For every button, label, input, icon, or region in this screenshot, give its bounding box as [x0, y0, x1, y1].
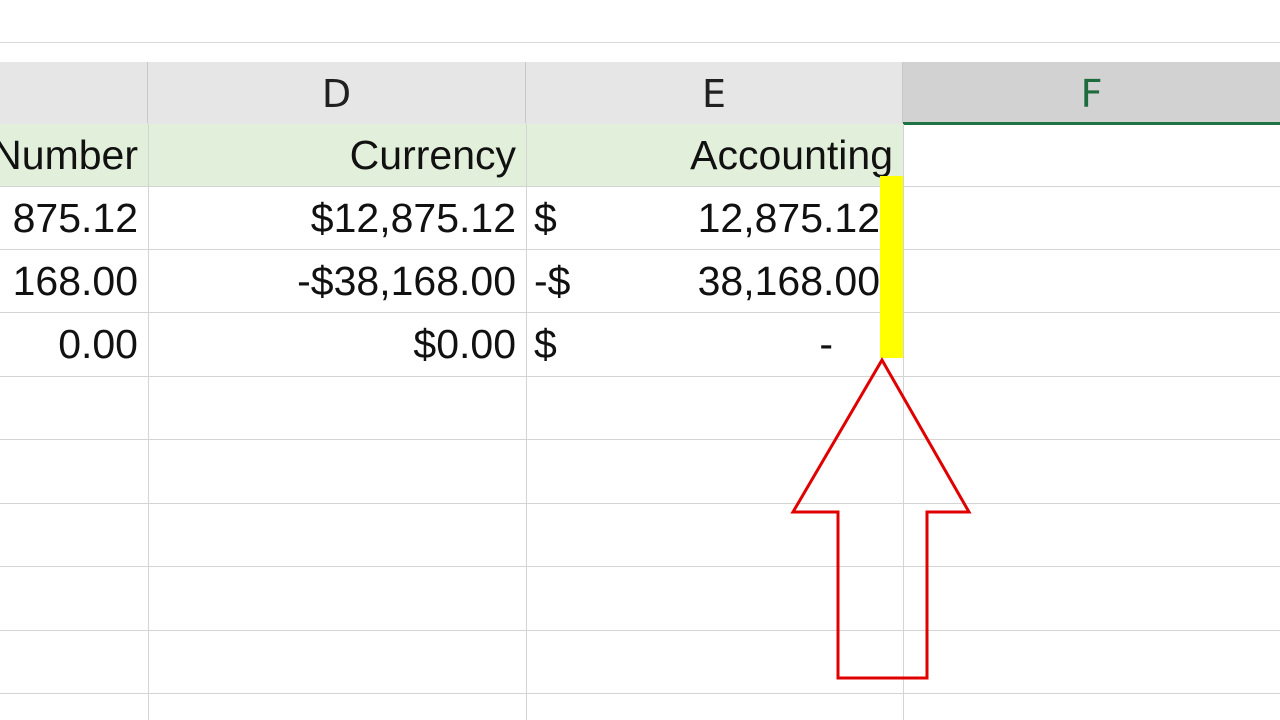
column-header-bar: D E F: [0, 62, 1280, 125]
up-arrow-icon: [790, 357, 972, 680]
cell-accounting-value[interactable]: 12,875.12: [626, 187, 903, 250]
cell-d1-currency-header[interactable]: Currency: [148, 124, 526, 187]
gridline: [0, 566, 1280, 567]
gridline: [0, 503, 1280, 504]
column-header-e[interactable]: E: [526, 62, 903, 123]
cell-currency-value[interactable]: $0.00: [148, 313, 526, 376]
cell-currency-value[interactable]: $12,875.12: [148, 187, 526, 250]
cell-accounting-symbol: $: [534, 321, 557, 367]
cell-accounting-value[interactable]: 38,168.00: [626, 250, 903, 313]
column-header-c[interactable]: [0, 62, 148, 123]
column-header-f[interactable]: F: [903, 62, 1280, 125]
cell-accounting-symbol: $: [534, 195, 557, 241]
gridline: [0, 630, 1280, 631]
cell-number-value[interactable]: 875.12: [0, 187, 148, 250]
cell-e1-accounting-header[interactable]: Accounting: [526, 124, 903, 187]
cell-number-value[interactable]: 168.00: [0, 250, 148, 313]
gridline: [0, 376, 1280, 377]
yellow-highlight-marker: [880, 176, 903, 358]
gridline: [0, 439, 1280, 440]
cell-accounting-symbol: -$: [534, 258, 571, 304]
cell-currency-value[interactable]: -$38,168.00: [148, 250, 526, 313]
gridline: [0, 693, 1280, 694]
worksheet-grid: Number Currency Accounting 875.12 $12,87…: [0, 124, 1280, 720]
cell-c1-number-header[interactable]: Number: [0, 124, 148, 187]
cell-f1[interactable]: [903, 124, 1280, 187]
cell-number-value[interactable]: 0.00: [0, 313, 148, 376]
column-header-d[interactable]: D: [148, 62, 526, 123]
formula-bar-area: [0, 0, 1280, 43]
